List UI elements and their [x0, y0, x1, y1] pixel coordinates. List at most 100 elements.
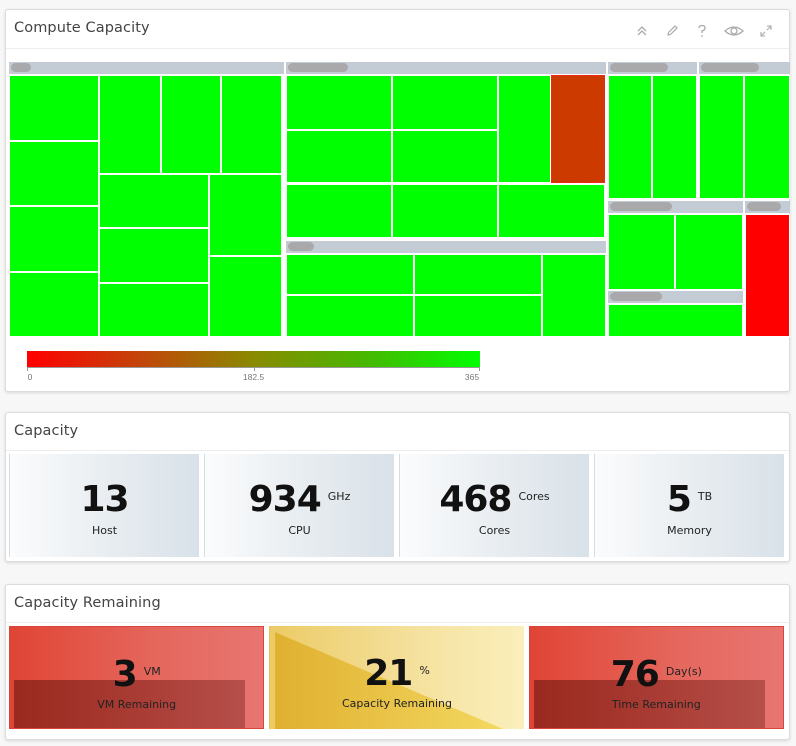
tile-unit: VM	[143, 665, 161, 678]
treemap-cell[interactable]	[414, 295, 542, 337]
treemap-cell[interactable]	[209, 174, 282, 256]
treemap-group-header[interactable]	[699, 62, 790, 74]
treemap-cell[interactable]	[498, 184, 605, 238]
treemap-cell[interactable]	[99, 283, 209, 337]
redacted-label	[288, 242, 314, 251]
tile-value: 76	[610, 654, 660, 695]
treemap-cell[interactable]	[286, 130, 392, 183]
capacity-remaining-panel: Capacity Remaining 3 VM VM Remaining 21% …	[5, 584, 790, 740]
treemap-cell[interactable]	[286, 254, 414, 295]
treemap-group-header[interactable]	[745, 201, 790, 213]
panel-divider	[6, 450, 789, 451]
tile-label: Cores	[478, 524, 511, 537]
tile-label: VM Remaining	[97, 698, 177, 711]
treemap-cell[interactable]	[286, 75, 392, 130]
treemap-cell[interactable]	[550, 74, 606, 184]
tile-unit: Cores	[518, 490, 550, 503]
treemap-cell[interactable]	[608, 75, 652, 199]
panel-toolbar	[633, 22, 775, 40]
treemap-cell[interactable]	[286, 295, 414, 337]
treemap-cell[interactable]	[608, 304, 743, 337]
tile-unit: %	[419, 664, 430, 677]
treemap-cell[interactable]	[99, 228, 209, 283]
treemap-cell[interactable]	[221, 75, 282, 174]
tile-value: 5	[666, 479, 692, 520]
legend-tick	[27, 367, 28, 371]
panel-divider	[6, 48, 789, 49]
expand-icon[interactable]	[757, 22, 775, 40]
cores-tile[interactable]: 468 Cores Cores	[399, 454, 589, 557]
view-icon[interactable]	[723, 22, 745, 40]
treemap-cell[interactable]	[608, 214, 675, 290]
treemap-cell[interactable]	[744, 75, 790, 199]
edit-icon[interactable]	[663, 22, 681, 40]
treemap-group-header[interactable]	[608, 201, 743, 213]
tile-unit: TB	[697, 490, 713, 503]
time-remaining-tile[interactable]: 76 Day(s) Time Remaining	[528, 626, 784, 729]
treemap-cell[interactable]	[9, 206, 99, 272]
treemap-cell[interactable]	[9, 141, 99, 206]
vm-remaining-tile[interactable]: 3 VM VM Remaining	[9, 626, 265, 729]
tile-value: 468	[439, 479, 512, 520]
treemap-cell[interactable]	[392, 75, 498, 130]
legend-tick	[479, 367, 480, 371]
treemap-group-header[interactable]	[286, 241, 606, 253]
treemap-cell[interactable]	[542, 254, 606, 337]
panel-divider	[6, 622, 789, 623]
redacted-label	[747, 202, 781, 211]
treemap-cell[interactable]	[9, 272, 99, 337]
compute-treemap	[9, 62, 790, 342]
legend-min-label: 0	[27, 372, 33, 382]
tile-value: 3	[112, 654, 138, 695]
tile-value: 21	[364, 653, 413, 694]
tile-label: CPU	[288, 524, 311, 537]
legend-axis: 0 182.5 365	[27, 367, 480, 382]
treemap-cell[interactable]	[652, 75, 697, 199]
color-legend: 0 182.5 365	[27, 351, 480, 382]
tile-label: Memory	[667, 524, 712, 537]
tile-unit: Day(s)	[665, 665, 702, 678]
cpu-tile[interactable]: 934 GHz CPU	[204, 454, 394, 557]
redacted-label	[701, 63, 759, 72]
treemap-cell[interactable]	[161, 75, 221, 174]
remaining-tiles: 3 VM VM Remaining 21% Capacity Remaining …	[9, 626, 784, 729]
treemap-group-header[interactable]	[608, 62, 697, 74]
panel-title: Capacity Remaining	[14, 595, 161, 611]
redacted-label	[11, 63, 31, 72]
treemap-cell[interactable]	[286, 184, 392, 238]
collapse-icon[interactable]	[633, 22, 651, 40]
tile-label: Time Remaining	[611, 698, 701, 711]
treemap-cell[interactable]	[99, 174, 209, 228]
treemap-cell[interactable]	[699, 75, 744, 199]
legend-mid-label: 182.5	[242, 372, 265, 382]
redacted-label	[288, 63, 348, 72]
help-icon[interactable]	[693, 22, 711, 40]
treemap-cell[interactable]	[414, 254, 542, 295]
treemap-group-header[interactable]	[9, 62, 284, 74]
capacity-tiles: 13 Host 934 GHz CPU 468 Cores Cores 5 TB Me…	[9, 454, 784, 557]
treemap-cell[interactable]	[745, 214, 790, 337]
legend-max-label: 365	[464, 372, 480, 382]
tile-value: 934	[248, 479, 322, 520]
treemap-cell[interactable]	[209, 256, 282, 337]
treemap-cell[interactable]	[498, 75, 551, 183]
host-tile[interactable]: 13 Host	[9, 454, 199, 557]
capacity-remaining-tile[interactable]: 21% Capacity Remaining	[269, 626, 524, 729]
treemap-group-header[interactable]	[608, 291, 743, 303]
treemap-group-header[interactable]	[286, 62, 606, 74]
redacted-label	[610, 292, 662, 301]
legend-tick	[253, 367, 255, 371]
treemap-cell[interactable]	[392, 130, 498, 183]
memory-tile[interactable]: 5 TB Memory	[594, 454, 784, 557]
panel-title: Capacity	[14, 423, 79, 439]
treemap-cell[interactable]	[392, 184, 498, 238]
capacity-panel: Capacity 13 Host 934 GHz CPU 468 Cores Cor…	[5, 412, 790, 562]
tile-label: Host	[91, 524, 118, 537]
treemap-cell[interactable]	[675, 214, 743, 290]
panel-title: Compute Capacity	[14, 20, 150, 36]
compute-capacity-panel: Compute Capacity 0 182.5 365	[5, 9, 790, 392]
tile-unit: GHz	[327, 490, 351, 503]
tile-value: 13	[80, 479, 129, 520]
treemap-cell[interactable]	[9, 75, 99, 141]
treemap-cell[interactable]	[99, 75, 161, 174]
